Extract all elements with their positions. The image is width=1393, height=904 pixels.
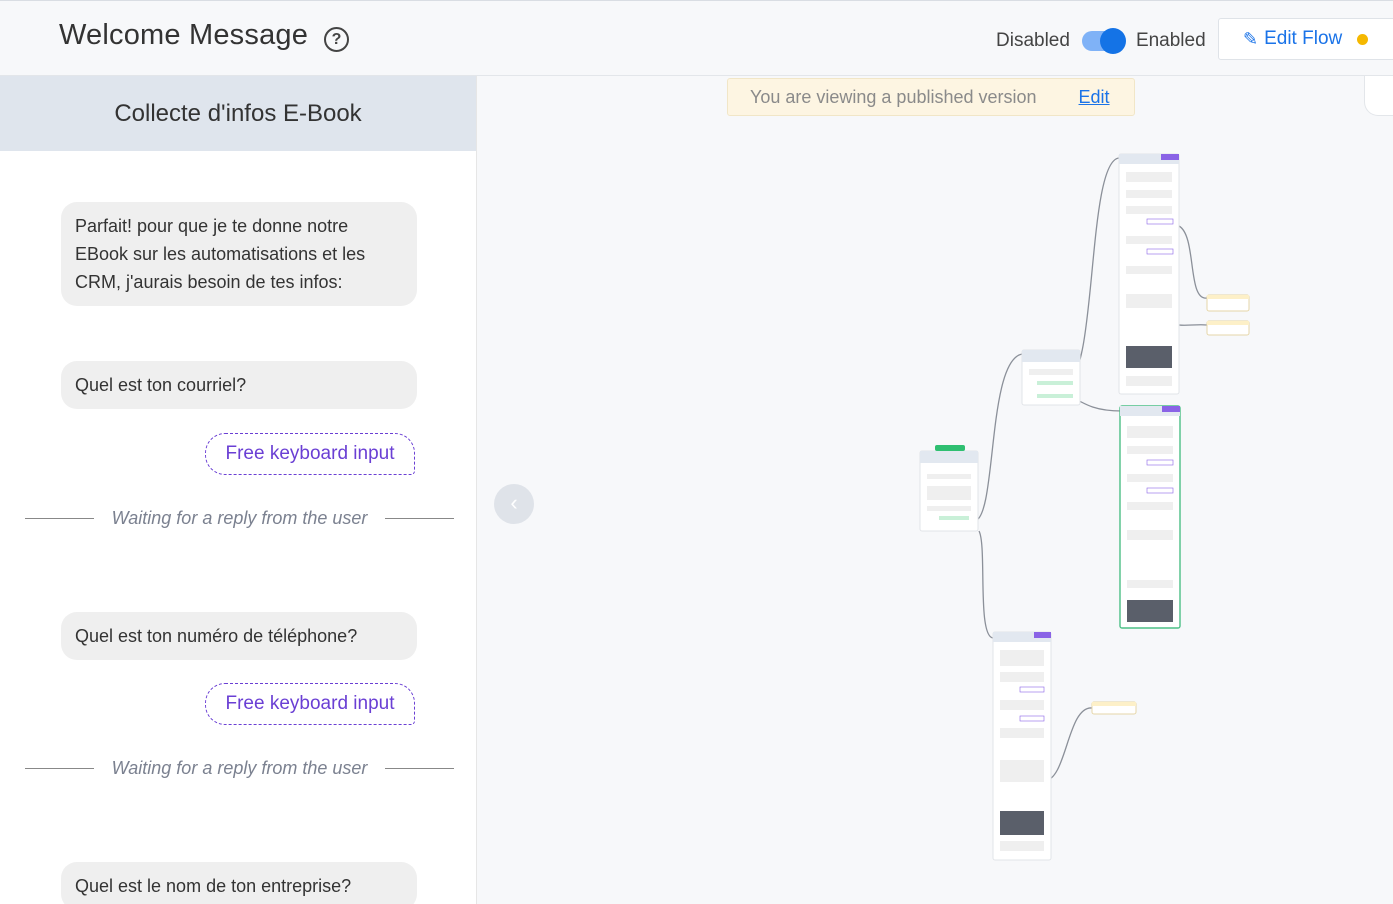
panel-title: Collecte d'infos E-Book	[0, 76, 476, 151]
question-circle-icon[interactable]: ?	[324, 27, 349, 52]
top-header: Welcome Message ? Disabled Enabled ✎ Edi…	[0, 0, 1393, 76]
waiting-label: Waiting for a reply from the user	[111, 758, 368, 778]
flow-node-collect-2	[1119, 405, 1181, 629]
waiting-divider: Waiting for a reply from the user	[25, 508, 454, 529]
toggle-enabled-label: Enabled	[1135, 30, 1206, 51]
waiting-divider: Waiting for a reply from the user	[25, 758, 454, 779]
message-preview-panel: Collecte d'infos E-Book Parfait! pour qu…	[0, 76, 477, 904]
edit-flow-button[interactable]: ✎ Edit Flow	[1218, 18, 1393, 60]
page-title: Welcome Message	[59, 19, 309, 51]
bot-message-bubble: Quel est ton courriel?	[61, 361, 417, 409]
bot-message-bubble: Quel est ton numéro de téléphone?	[61, 612, 417, 660]
edit-flow-label: Edit Flow	[1264, 28, 1343, 49]
flow-diagram	[919, 153, 1250, 861]
pencil-icon: ✎	[1243, 28, 1259, 49]
toggle-knob	[1099, 28, 1126, 54]
flow-node-collect-3	[992, 631, 1052, 861]
status-dot	[1357, 33, 1369, 45]
bot-message-bubble: Quel est le nom de ton entreprise?	[61, 862, 417, 904]
flow-node-start	[919, 445, 979, 532]
flow-node-branch	[1021, 349, 1081, 406]
toggle-disabled-label: Disabled	[996, 30, 1070, 51]
enable-toggle-group: Disabled Enabled	[996, 28, 1206, 54]
free-keyboard-input-chip: Free keyboard input	[205, 683, 415, 725]
bot-message-bubble: Parfait! pour que je te donne notre EBoo…	[61, 202, 417, 306]
flow-canvas[interactable]: You are viewing a published version Edit…	[477, 76, 1393, 904]
flow-node-collect-1	[1118, 153, 1180, 395]
enable-toggle-switch[interactable]	[1081, 28, 1126, 54]
free-keyboard-input-chip: Free keyboard input	[205, 433, 415, 475]
waiting-label: Waiting for a reply from the user	[111, 508, 368, 528]
